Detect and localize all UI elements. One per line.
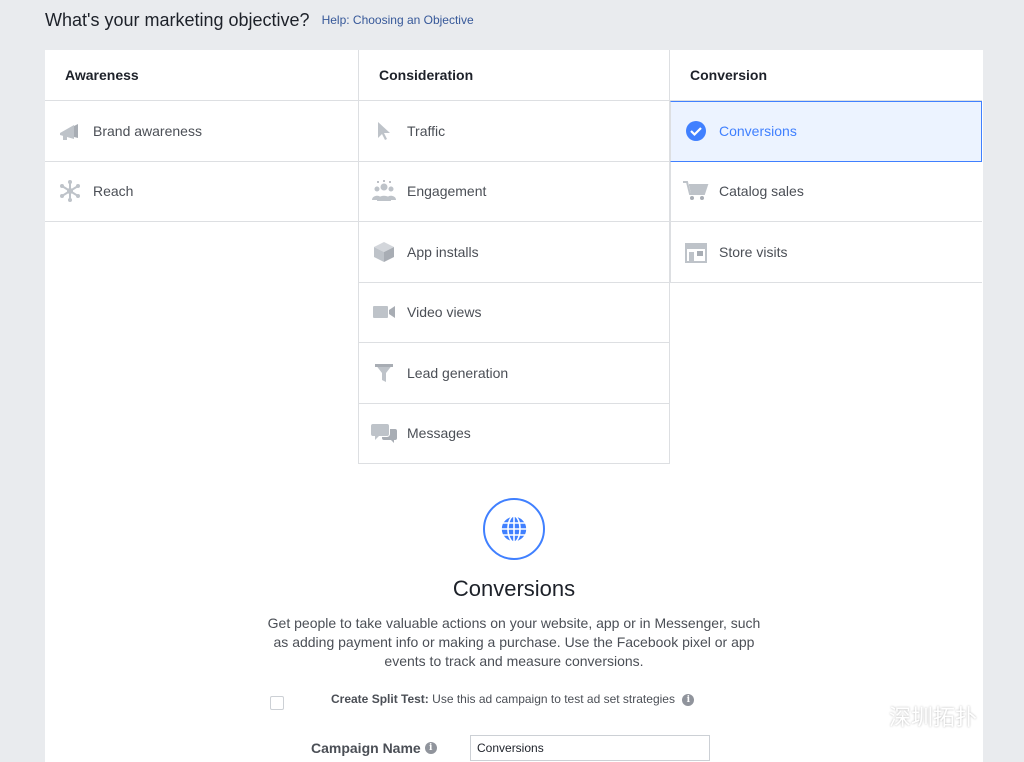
objective-label: Traffic — [407, 122, 446, 139]
objective-conversions[interactable]: Conversions — [670, 101, 982, 162]
objective-brand-awareness[interactable]: Brand awareness — [45, 101, 358, 162]
detail-title: Conversions — [452, 576, 576, 601]
objective-catalog-sales[interactable]: Catalog sales — [670, 161, 982, 222]
column-awareness: Awareness Brand awareness Reach — [45, 50, 358, 464]
wechat-icon — [844, 703, 882, 728]
objective-label: Store visits — [719, 243, 788, 260]
column-header-conversion: Conversion — [670, 50, 982, 101]
objective-label: App installs — [407, 243, 479, 260]
store-icon — [683, 239, 709, 265]
megaphone-icon — [57, 118, 83, 144]
info-icon[interactable]: i — [424, 742, 437, 754]
objective-label: Catalog sales — [719, 183, 804, 200]
column-consideration: Consideration Traffic Engagement App ins… — [358, 50, 670, 464]
chat-bubbles-icon — [371, 420, 397, 446]
column-header-consideration: Consideration — [359, 50, 669, 101]
people-icon — [371, 178, 397, 204]
objective-detail: Conversions Get people to take valuable … — [45, 490, 983, 671]
box-icon — [371, 239, 397, 265]
objective-label: Conversions — [719, 123, 797, 140]
split-test-text: Create Split Test: Use this ad campaign … — [331, 692, 695, 706]
cursor-icon — [371, 118, 397, 144]
objective-app-installs[interactable]: App installs — [359, 222, 669, 283]
shopping-cart-icon — [683, 178, 709, 204]
objective-label: Engagement — [407, 183, 487, 200]
reach-icon — [57, 178, 83, 204]
campaign-name-input[interactable] — [470, 735, 710, 761]
objective-label: Video views — [407, 304, 482, 321]
objective-video-views[interactable]: Video views — [359, 283, 669, 343]
funnel-icon — [371, 360, 397, 386]
watermark: 深圳拓扑 — [843, 700, 977, 732]
objective-reach[interactable]: Reach — [45, 162, 358, 222]
column-conversion: Conversion Conversions Catalog sales Sto… — [670, 50, 982, 464]
split-test-checkbox[interactable] — [270, 696, 284, 710]
objective-traffic[interactable]: Traffic — [359, 101, 669, 162]
detail-description: Get people to take valuable actions on y… — [267, 615, 761, 669]
campaign-name-row: Campaign Name i — [311, 734, 710, 762]
column-header-awareness: Awareness — [45, 50, 358, 101]
split-test-label: Create Split Test: — [331, 692, 429, 706]
split-test-description: Use this ad campaign to test ad set stra… — [432, 692, 675, 706]
objective-store-visits[interactable]: Store visits — [670, 222, 982, 283]
watermark-text: 深圳拓扑 — [889, 705, 978, 730]
globe-icon — [483, 498, 545, 560]
info-icon[interactable]: i — [682, 693, 695, 706]
video-camera-icon — [371, 299, 397, 325]
objective-label: Brand awareness — [93, 122, 202, 139]
objective-label: Reach — [93, 183, 134, 200]
objective-label: Messages — [407, 425, 471, 442]
objective-lead-generation[interactable]: Lead generation — [359, 343, 669, 404]
objective-panel: Awareness Brand awareness Reach Consider… — [45, 50, 983, 762]
objective-messages[interactable]: Messages — [359, 404, 669, 464]
help-link[interactable]: Help: Choosing an Objective — [322, 13, 474, 27]
campaign-name-label: Campaign Name — [311, 740, 421, 756]
objective-label: Lead generation — [407, 364, 509, 381]
check-circle-icon — [683, 118, 709, 144]
page-title: What's your marketing objective? — [45, 9, 310, 30]
objective-columns: Awareness Brand awareness Reach Consider… — [45, 50, 983, 464]
objective-header: What's your marketing objective? Help: C… — [45, 6, 474, 34]
objective-engagement[interactable]: Engagement — [359, 162, 669, 222]
